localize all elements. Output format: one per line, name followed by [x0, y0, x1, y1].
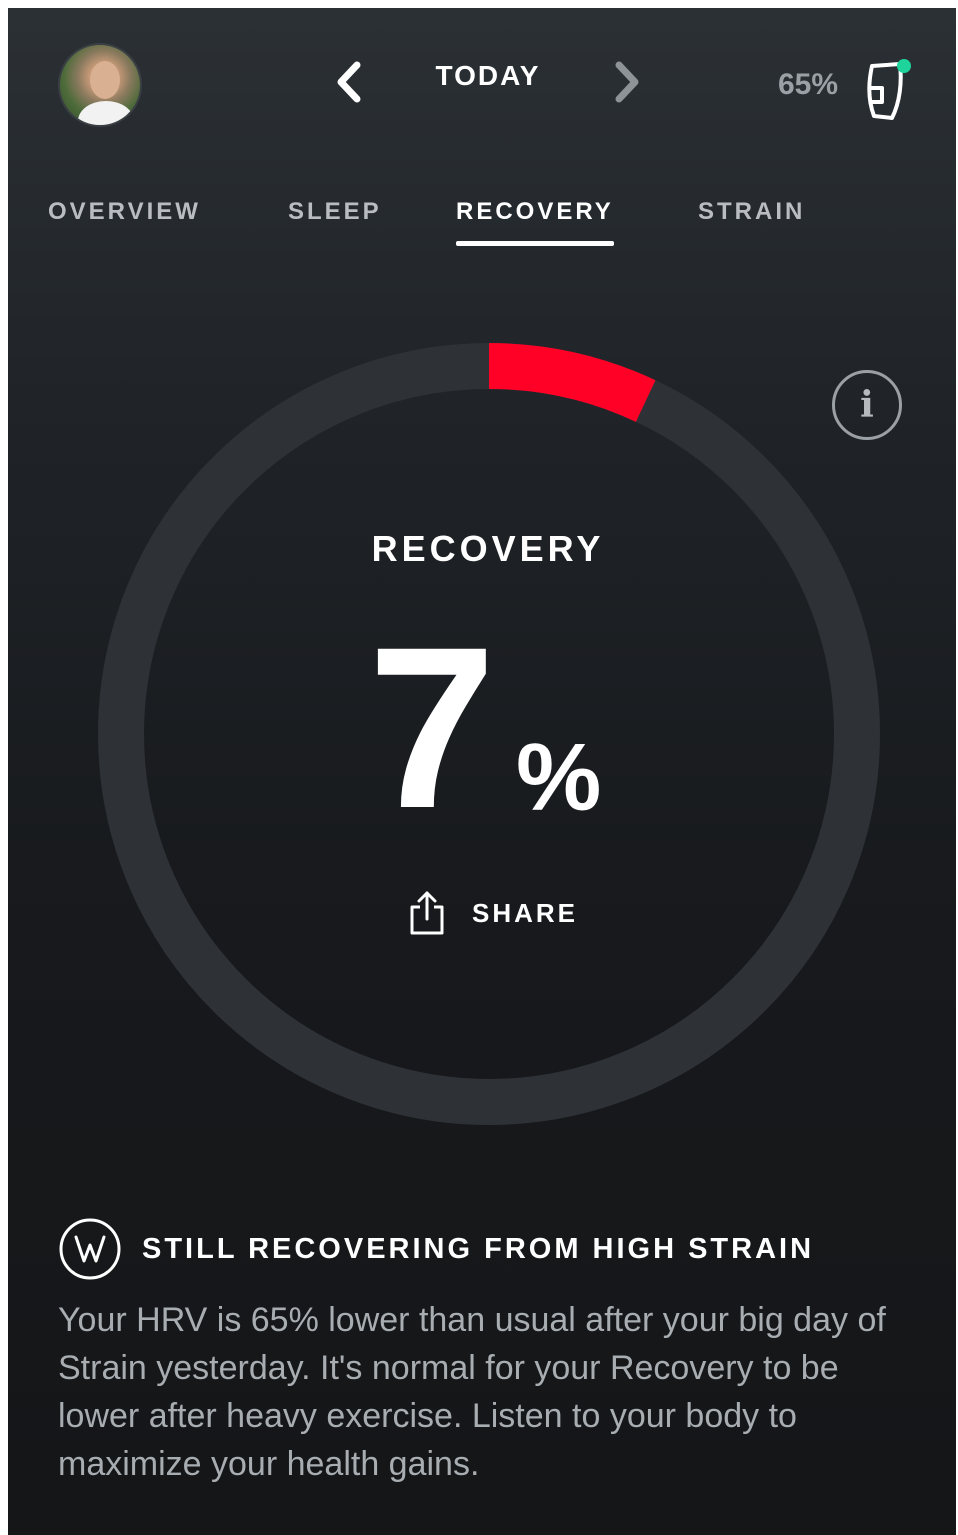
insight-header: STILL RECOVERING FROM HIGH STRAIN [58, 1216, 918, 1282]
user-avatar[interactable] [58, 43, 142, 127]
share-button[interactable]: SHARE [408, 886, 598, 940]
insight-card: STILL RECOVERING FROM HIGH STRAIN Your H… [58, 1216, 918, 1488]
chevron-right-icon [615, 61, 639, 103]
share-icon [410, 891, 444, 935]
insight-body: Your HRV is 65% lower than usual after y… [58, 1301, 886, 1483]
tab-label: STRAIN [698, 198, 806, 225]
info-icon: i [860, 384, 874, 426]
whoop-logo-icon [59, 1218, 121, 1280]
next-day-button[interactable] [606, 56, 650, 108]
band-status-dot [897, 59, 911, 73]
recovery-score-unit: % [516, 724, 602, 831]
tab-label: RECOVERY [456, 198, 614, 225]
chevron-left-icon [337, 61, 361, 103]
tab-overview[interactable]: OVERVIEW [48, 198, 201, 246]
active-tab-underline [456, 241, 614, 246]
app-screen: TODAY 65% OVERVIEW SLEEP RECOVERY STRAIN… [8, 8, 956, 1535]
recovery-score: 7 % [348, 599, 648, 856]
tab-sleep[interactable]: SLEEP [288, 198, 382, 246]
tab-recovery[interactable]: RECOVERY [456, 198, 614, 246]
recovery-label: RECOVERY [371, 528, 605, 569]
insight-title: STILL RECOVERING FROM HIGH STRAIN [142, 1232, 815, 1265]
info-button[interactable]: i [832, 370, 902, 440]
tab-label: SLEEP [288, 198, 382, 225]
avatar-shirt [78, 101, 134, 125]
share-label: SHARE [472, 897, 579, 928]
previous-day-button[interactable] [326, 56, 370, 108]
avatar-face [90, 61, 120, 99]
section-tabs: OVERVIEW SLEEP RECOVERY STRAIN [8, 198, 956, 268]
tab-label: OVERVIEW [48, 198, 201, 225]
battery-level: 65% [778, 68, 839, 101]
date-title: TODAY [435, 60, 541, 91]
tab-strain[interactable]: STRAIN [698, 198, 805, 246]
wristband-icon[interactable] [858, 54, 918, 126]
recovery-score-value: 7 [368, 599, 496, 856]
